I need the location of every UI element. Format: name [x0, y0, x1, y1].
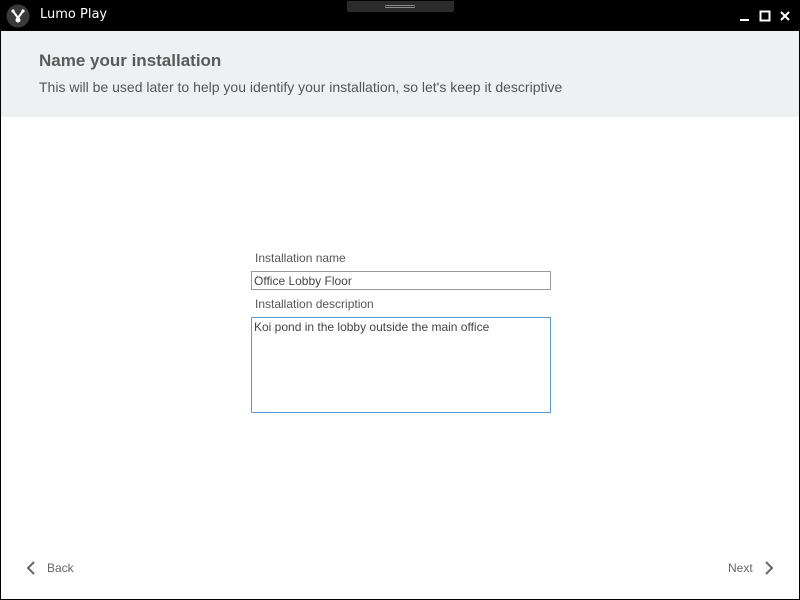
page-title: Name your installation: [39, 51, 222, 70]
next-label: Next: [728, 561, 753, 575]
close-icon: [780, 11, 790, 21]
page-subtitle: This will be used later to help you iden…: [39, 79, 563, 95]
minimize-icon: [740, 19, 749, 21]
app-title: Lumo Play: [40, 7, 108, 22]
maximize-button[interactable]: [755, 6, 775, 26]
page-header: Name your installation This will be used…: [1, 31, 799, 117]
installation-description-input[interactable]: Koi pond in the lobby outside the main o…: [251, 317, 551, 413]
installation-description-label: Installation description: [255, 297, 374, 311]
close-button[interactable]: [775, 6, 795, 26]
back-label: Back: [47, 561, 74, 575]
installation-name-label: Installation name: [255, 251, 346, 265]
chevron-right-icon: [764, 561, 774, 575]
back-button[interactable]: Back: [25, 561, 74, 575]
maximize-icon: [759, 10, 771, 22]
installation-name-input[interactable]: [251, 271, 551, 290]
minimize-button[interactable]: [735, 6, 755, 26]
lumo-logo-icon: [6, 4, 30, 28]
title-bar[interactable]: Lumo Play: [1, 1, 799, 31]
chevron-left-icon: [26, 561, 35, 575]
app-window: Lumo Play Name your installation This wi…: [0, 0, 800, 600]
next-button[interactable]: Next: [728, 561, 775, 575]
drag-handle[interactable]: [347, 1, 454, 12]
